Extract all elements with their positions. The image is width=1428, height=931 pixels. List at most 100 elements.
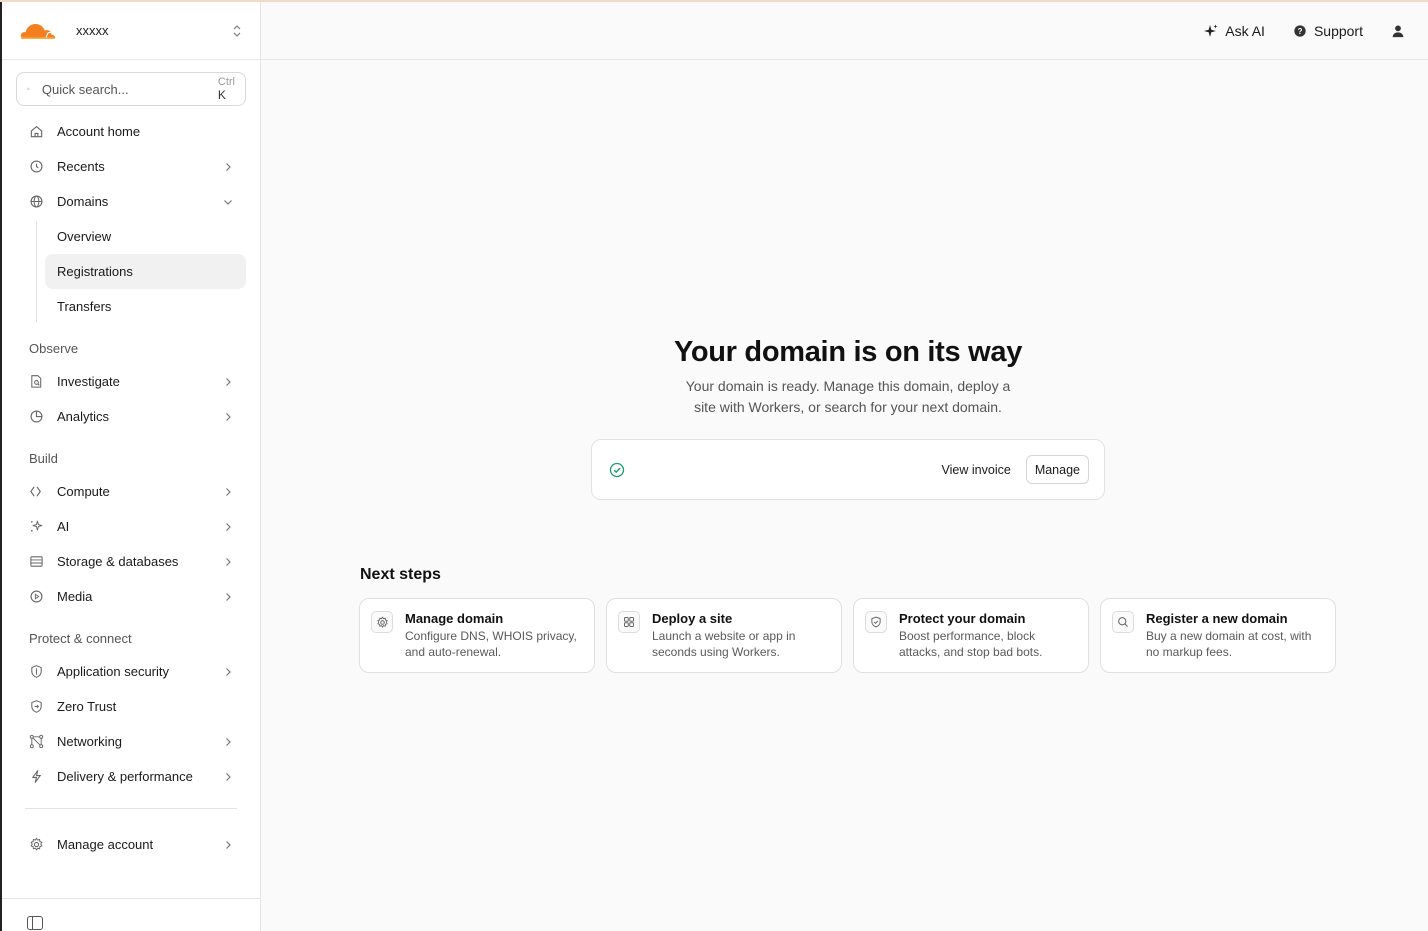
card-protect-domain[interactable]: Protect your domain Boost performance, b… — [853, 598, 1089, 673]
quick-search[interactable]: Ctrl K — [16, 72, 246, 106]
play-circle-icon — [28, 589, 44, 605]
sidebar-item-investigate[interactable]: Investigate — [16, 364, 246, 399]
sidebar-item-account-home[interactable]: Account home — [16, 114, 246, 149]
card-title: Register a new domain — [1146, 611, 1288, 626]
sidebar-item-label: Networking — [57, 734, 123, 749]
shield-check-icon — [865, 611, 887, 633]
file-search-icon — [28, 374, 44, 390]
lightning-icon — [28, 769, 44, 785]
sidebar-item-label: Domains — [57, 194, 109, 209]
sparkles-icon — [28, 519, 44, 535]
sidebar-item-label: Transfers — [57, 299, 112, 314]
page-subtitle: Your domain is ready. Manage this domain… — [685, 378, 1011, 415]
sidebar-nav: Account home Recents Domains Overview Re… — [2, 114, 260, 862]
gear-icon — [371, 611, 393, 633]
chevron-right-icon — [226, 487, 231, 496]
card-description: Configure DNS, WHOIS privacy, and auto-r… — [405, 629, 577, 659]
card-title: Deploy a site — [652, 611, 733, 626]
card-register-domain[interactable]: Register a new domain Buy a new domain a… — [1100, 598, 1336, 673]
chevron-right-icon — [226, 840, 231, 849]
chevron-right-icon — [226, 592, 231, 601]
shield-arrow-icon — [28, 699, 44, 715]
search-input[interactable] — [41, 81, 218, 97]
card-description: Buy a new domain at cost, with no markup… — [1146, 629, 1312, 659]
sidebar-item-label: Delivery & performance — [57, 769, 193, 784]
sidebar-item-transfers[interactable]: Transfers — [45, 289, 246, 324]
support-button[interactable]: ? Support — [1292, 23, 1363, 39]
database-icon — [28, 554, 44, 570]
sidebar-item-networking[interactable]: Networking — [16, 724, 246, 759]
account-switcher[interactable]: xxxxx — [2, 2, 260, 60]
section-label-observe: Observe — [29, 341, 79, 356]
sidebar-toggle-icon[interactable] — [27, 916, 43, 930]
sidebar-item-manage-account[interactable]: Manage account — [16, 827, 246, 862]
view-invoice-link[interactable]: View invoice — [942, 463, 1011, 477]
workers-icon — [28, 484, 44, 500]
main-content: Your domain is on its way Your domain is… — [261, 60, 1428, 931]
sidebar-item-domains[interactable]: Domains — [16, 184, 246, 219]
shortcut-ctrl: Ctrl — [217, 76, 235, 88]
help-circle-icon: ? — [1292, 23, 1308, 39]
card-manage-domain[interactable]: Manage domain Configure DNS, WHOIS priva… — [359, 598, 595, 673]
next-steps-cards: Manage domain Configure DNS, WHOIS priva… — [359, 598, 1336, 673]
page-title: Your domain is on its way — [673, 336, 1023, 368]
sidebar-item-label: Investigate — [57, 374, 120, 389]
top-header: Ask AI ? Support — [261, 2, 1428, 60]
chevron-right-icon — [226, 377, 231, 386]
globe-icon — [28, 194, 44, 210]
sidebar-item-label: Media — [57, 589, 93, 604]
support-label: Support — [1313, 22, 1363, 39]
chevron-right-icon — [226, 522, 231, 531]
domains-submenu: Overview Registrations Transfers — [36, 219, 246, 324]
sidebar-item-application-security[interactable]: Application security — [16, 654, 246, 689]
sidebar-item-label: Overview — [57, 229, 112, 244]
section-label-protect: Protect & connect — [29, 631, 132, 646]
check-circle-icon — [609, 462, 625, 477]
user-menu-button[interactable] — [1390, 23, 1412, 39]
sidebar-item-label: Registrations — [57, 264, 133, 279]
sidebar-item-recents[interactable]: Recents — [16, 149, 246, 184]
sidebar-item-label: Storage & databases — [57, 554, 179, 569]
sidebar-item-storage[interactable]: Storage & databases — [16, 544, 246, 579]
sidebar-item-label: Application security — [57, 664, 169, 679]
manage-button[interactable]: Manage — [1025, 455, 1089, 484]
sidebar-item-label: AI — [57, 519, 70, 534]
sidebar-item-zero-trust[interactable]: Zero Trust — [16, 689, 246, 724]
section-label-build: Build — [29, 451, 58, 466]
chevron-up-down-icon — [233, 24, 241, 37]
sparkle-icon — [1203, 23, 1219, 39]
ask-ai-button[interactable]: Ask AI — [1203, 23, 1265, 39]
card-body: Deploy a site Launch a website or app in… — [652, 611, 831, 672]
card-body: Protect your domain Boost performance, b… — [899, 611, 1078, 672]
card-body: Manage domain Configure DNS, WHOIS priva… — [405, 611, 584, 672]
svg-text:?: ? — [1298, 27, 1303, 36]
chevron-right-icon — [226, 737, 231, 746]
shortcut-key: K — [217, 88, 226, 102]
sidebar-item-label: Account home — [57, 124, 141, 139]
chevron-right-icon — [226, 412, 231, 421]
sidebar: xxxxx Ctrl K Account home Recents — [0, 2, 261, 931]
pie-chart-icon — [28, 409, 44, 425]
chevron-down-icon — [224, 199, 232, 205]
chevron-right-icon — [226, 162, 231, 171]
ask-ai-label: Ask AI — [1225, 22, 1265, 39]
sidebar-item-media[interactable]: Media — [16, 579, 246, 614]
card-deploy-site[interactable]: Deploy a site Launch a website or app in… — [606, 598, 842, 673]
sidebar-item-label: Analytics — [57, 409, 110, 424]
card-title: Manage domain — [405, 611, 504, 626]
sidebar-item-label: Recents — [57, 159, 105, 174]
search-icon — [27, 87, 30, 91]
account-name: xxxxx — [76, 23, 109, 38]
shield-icon — [28, 664, 44, 680]
sidebar-item-compute[interactable]: Compute — [16, 474, 246, 509]
cloudflare-logo — [20, 23, 56, 39]
grid-icon — [618, 611, 640, 633]
sidebar-item-registrations[interactable]: Registrations — [45, 254, 246, 289]
sidebar-item-overview[interactable]: Overview — [45, 219, 246, 254]
search-icon — [1112, 611, 1134, 633]
next-steps-title: Next steps — [360, 566, 441, 583]
sidebar-item-delivery[interactable]: Delivery & performance — [16, 759, 246, 794]
search-shortcut: Ctrl K — [218, 76, 235, 102]
sidebar-item-ai[interactable]: AI — [16, 509, 246, 544]
sidebar-item-analytics[interactable]: Analytics — [16, 399, 246, 434]
